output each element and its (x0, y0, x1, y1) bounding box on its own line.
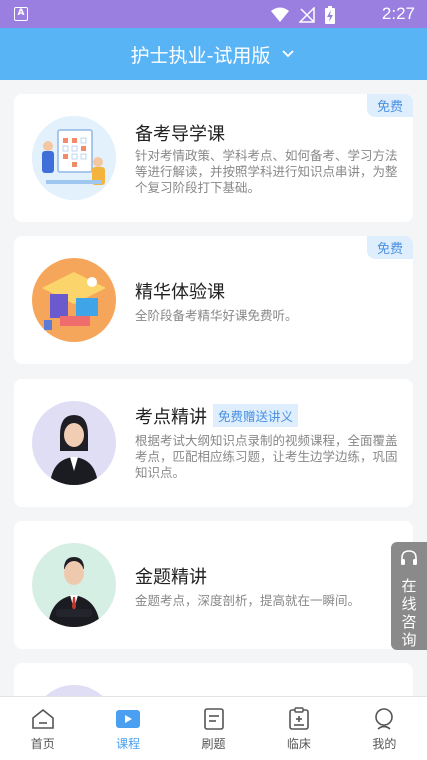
course-title: 备考导学课 (135, 124, 225, 145)
course-description: 全阶段备考精华好课免费听。 (135, 308, 298, 323)
course-description: 针对考情政策、学科考点、如何备考、学习方法等进行解读，并按照学科进行知识点串讲，… (135, 148, 398, 195)
tab-home[interactable]: 首页 (0, 697, 85, 760)
headset-icon (401, 550, 417, 565)
online-consult-button[interactable]: 在线咨询 (391, 542, 427, 650)
tab-label: 我的 (372, 737, 397, 751)
course-card-trial[interactable]: 精华体验课 全阶段备考精华好课免费听。 免费 (14, 236, 413, 364)
teacher-avatar-male (32, 543, 116, 627)
tab-label: 刷题 (201, 737, 226, 751)
bottom-tab-bar: 首页 课程 刷题 临床 我的 (0, 696, 427, 760)
tab-mine[interactable]: 我的 (342, 697, 427, 760)
status-bar: A 2:27 (0, 0, 427, 28)
course-title: 金题精讲 (135, 567, 207, 588)
tab-label: 临床 (286, 737, 311, 751)
battery-charging-icon (325, 6, 335, 24)
course-description: 金题考点，深度剖析，提高就在一瞬间。 (135, 593, 361, 608)
wifi-icon (271, 7, 289, 22)
course-card-questions[interactable]: 金题精讲 金题考点，深度剖析，提高就在一瞬间。 (14, 521, 413, 649)
tab-clinical[interactable]: 临床 (256, 697, 341, 760)
course-card-guide[interactable]: 备考导学课 针对考情政策、学科考点、如何备考、学习方法等进行解读，并按照学科进行… (14, 94, 413, 222)
chevron-down-icon[interactable] (280, 46, 296, 62)
course-title: 考点精讲 (135, 407, 207, 428)
tab-label: 课程 (116, 737, 141, 751)
free-badge: 免费 (366, 236, 413, 259)
question-icon (203, 708, 224, 730)
play-icon (116, 710, 141, 728)
exam-selector-title[interactable]: 护士执业-试用版 (131, 41, 271, 68)
course-card-partial[interactable] (14, 663, 413, 696)
clock: 2:27 (381, 4, 415, 23)
free-badge: 免费 (366, 94, 413, 117)
tab-label: 首页 (30, 737, 55, 751)
guide-course-illustration (32, 116, 116, 200)
no-signal-icon (299, 7, 315, 23)
course-list[interactable]: 备考导学课 针对考情政策、学科考点、如何备考、学习方法等进行解读，并按照学科进行… (0, 80, 427, 696)
trial-course-illustration (32, 258, 116, 342)
course-description: 根据考试大纲知识点录制的视频课程，全面覆盖考点，匹配相应练习题，让考生边学边练，… (135, 433, 398, 480)
app-notification-icon: A (14, 7, 28, 21)
clipboard-icon (289, 707, 309, 730)
course-title-row: 考点精讲 免费赠送讲义 (135, 403, 299, 429)
online-consult-label: 在线咨询 (401, 577, 417, 649)
tab-practice[interactable]: 刷题 (171, 697, 256, 760)
tab-course[interactable]: 课程 (85, 697, 170, 760)
teacher-avatar (32, 685, 116, 696)
person-icon (375, 708, 394, 730)
course-title: 精华体验课 (135, 282, 225, 303)
header[interactable]: 护士执业-试用版 (0, 28, 427, 80)
free-handout-tag: 免费赠送讲义 (213, 404, 299, 427)
home-icon (31, 708, 54, 729)
teacher-avatar-female (32, 401, 116, 485)
course-card-keypoints[interactable]: 考点精讲 免费赠送讲义 根据考试大纲知识点录制的视频课程，全面覆盖考点，匹配相应练… (14, 379, 413, 507)
